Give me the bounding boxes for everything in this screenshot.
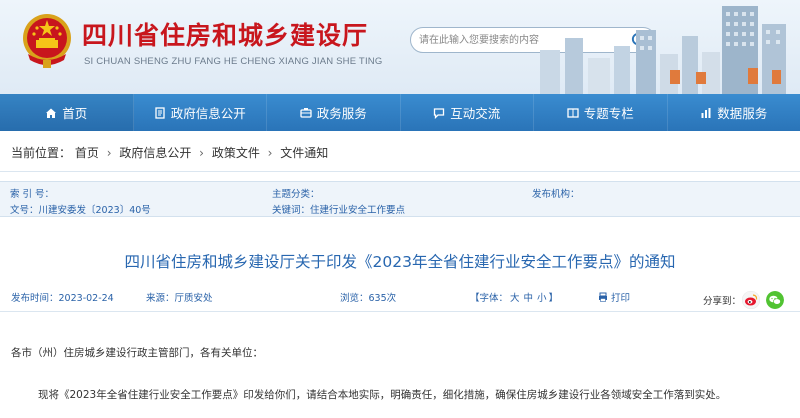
source-value: 厅质安处 — [174, 293, 213, 304]
main-nav: 首页 政府信息公开 政务服务 互动交流 专题专栏 数据服务 — [0, 94, 800, 131]
nav-item-gov-info[interactable]: 政府信息公开 — [134, 94, 267, 131]
meta-topic: 主题分类： — [272, 186, 320, 200]
font-suffix: 】 — [548, 293, 559, 304]
meta-keyword-label: 关键词： — [272, 205, 311, 216]
meta-doc-number: 文号：川建安委发〔2023〕40号 — [10, 202, 151, 216]
font-size-control: 【字体：大中小】 — [470, 290, 558, 304]
topic-icon — [567, 107, 579, 118]
publish-date-value: 2023-02-24 — [58, 293, 114, 304]
nav-item-label: 专题专栏 — [583, 106, 634, 121]
site-pinyin: SI CHUAN SHENG ZHU FANG HE CHENG XIANG J… — [84, 56, 383, 67]
meta-org-label: 发布机构： — [532, 189, 580, 200]
nav-item-home[interactable]: 首页 — [0, 94, 134, 131]
meta-index-label: 索 引 号： — [10, 189, 55, 200]
share-label: 分享到： — [703, 296, 742, 307]
nav-item-label: 政府信息公开 — [170, 106, 246, 121]
breadcrumb-separator: › — [199, 146, 204, 160]
font-prefix: 【字体： — [470, 293, 509, 304]
nav-item-label: 互动交流 — [450, 106, 501, 121]
breadcrumb: 当前位置： 首页 › 政府信息公开 › 政策文件 › 文件通知 — [11, 144, 328, 161]
views-label: 浏览： — [340, 293, 369, 304]
article-source: 来源：厅质安处 — [146, 290, 213, 304]
article-paragraph: 现将《2023年全省住建行业安全工作要点》印发给你们，请结合本地实际，明确责任，… — [38, 389, 727, 401]
breadcrumb-policy-docs[interactable]: 政策文件 — [212, 146, 260, 160]
city-skyline-decoration — [540, 6, 786, 94]
meta-doc-value: 川建安委发〔2023〕40号 — [38, 205, 151, 216]
breadcrumb-separator: › — [267, 146, 273, 160]
data-icon — [701, 107, 711, 118]
breadcrumb-gov-info[interactable]: 政府信息公开 — [119, 146, 191, 160]
document-meta: 索 引 号： 主题分类： 发布机构： 文号：川建安委发〔2023〕40号 关键词… — [0, 181, 800, 217]
breadcrumb-notices[interactable]: 文件通知 — [280, 146, 328, 160]
view-count: 浏览：635次 — [340, 290, 396, 304]
font-small-button[interactable]: 小 — [537, 293, 547, 304]
nav-item-gov-service[interactable]: 政务服务 — [267, 94, 401, 131]
meta-keywords: 关键词：住建行业安全工作要点 — [272, 202, 405, 216]
views-value: 635次 — [368, 293, 397, 304]
meta-topic-label: 主题分类： — [272, 189, 320, 200]
meta-keyword-value: 住建行业安全工作要点 — [310, 205, 406, 216]
document-icon — [155, 106, 165, 119]
nav-item-topics[interactable]: 专题专栏 — [534, 94, 668, 131]
nav-item-label: 政务服务 — [316, 106, 367, 121]
source-label: 来源： — [146, 293, 175, 304]
nav-item-label: 数据服务 — [717, 106, 768, 121]
print-button[interactable]: 打印 — [598, 290, 630, 304]
meta-doc-label: 文号： — [10, 205, 39, 216]
nav-item-label: 首页 — [62, 106, 88, 121]
home-icon — [46, 108, 57, 118]
breadcrumb-separator: › — [106, 146, 112, 160]
nav-item-interaction[interactable]: 互动交流 — [401, 94, 534, 131]
divider — [0, 311, 800, 312]
weibo-share-icon[interactable] — [742, 291, 760, 309]
breadcrumb-prefix: 当前位置： — [11, 146, 72, 160]
national-emblem-icon[interactable] — [20, 10, 74, 70]
print-icon — [599, 292, 607, 302]
chat-icon — [434, 107, 445, 119]
service-icon — [300, 107, 312, 118]
print-label: 打印 — [611, 293, 631, 304]
font-large-button[interactable]: 大 — [510, 293, 520, 304]
meta-org: 发布机构： — [532, 186, 580, 200]
font-medium-button[interactable]: 中 — [524, 293, 534, 304]
publish-date: 发布时间：2023-02-24 — [11, 290, 114, 304]
meta-index: 索 引 号： — [10, 186, 54, 200]
divider — [0, 171, 800, 172]
site-header: 四川省住房和城乡建设厅 SI CHUAN SHENG ZHU FANG HE C… — [0, 0, 800, 94]
publish-date-label: 发布时间： — [11, 293, 59, 304]
article-title: 四川省住房和城乡建设厅关于印发《2023年全省住建行业安全工作要点》的通知 — [124, 253, 676, 271]
wechat-share-icon[interactable] — [766, 291, 784, 309]
site-title[interactable]: 四川省住房和城乡建设厅 — [82, 16, 368, 52]
article-greeting: 各市（州）住房城乡建设行政主管部门，各有关单位： — [11, 347, 263, 359]
nav-item-data[interactable]: 数据服务 — [668, 94, 800, 131]
breadcrumb-home[interactable]: 首页 — [75, 146, 99, 160]
